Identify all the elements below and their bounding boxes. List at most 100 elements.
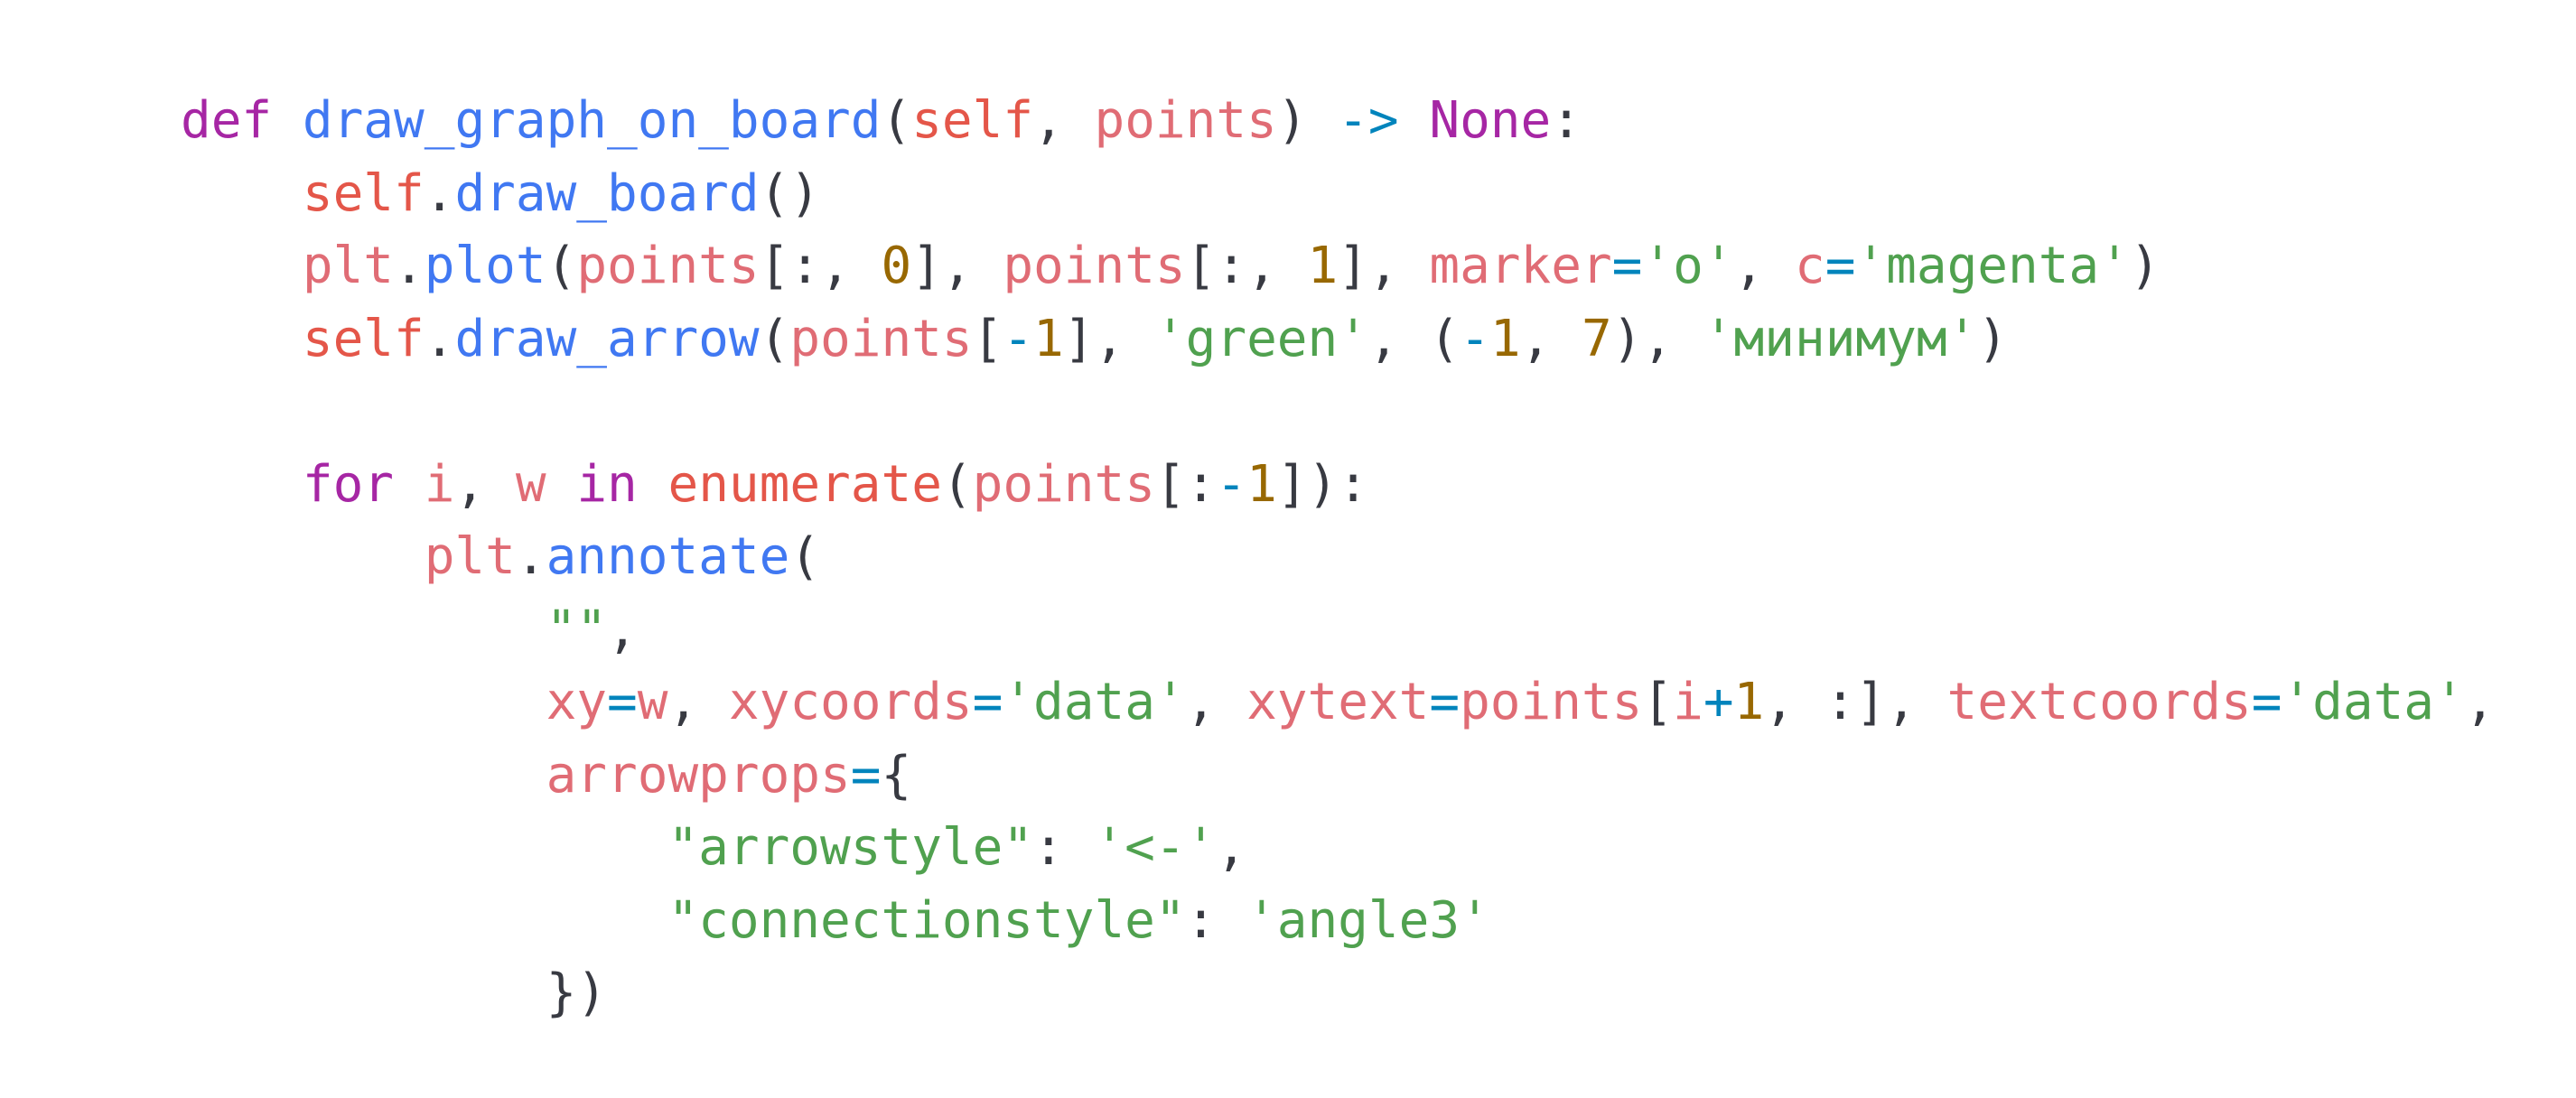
code-token: arrowprops xyxy=(546,745,851,805)
code-token: [ xyxy=(972,309,1003,368)
code-token: ( xyxy=(546,237,577,295)
code-token: in xyxy=(576,454,638,514)
code-token: xytext xyxy=(1246,673,1430,731)
code-token: "" xyxy=(546,600,608,659)
code-token: points xyxy=(576,237,760,295)
code-line[interactable]: xy=w, xycoords='data', xytext=points[i+1… xyxy=(181,666,2576,740)
code-token: 1 xyxy=(1489,309,1521,368)
code-token: : xyxy=(1185,890,1247,950)
code-token: "connectionstyle" xyxy=(667,890,1186,950)
code-token: 'data' xyxy=(1003,673,1186,731)
code-token: enumerate xyxy=(667,454,942,514)
code-token: -> xyxy=(1338,91,1399,150)
code-token: = xyxy=(2251,673,2282,731)
code-token: , xyxy=(607,600,638,659)
code-token: ( xyxy=(789,527,821,586)
code-token: ], xyxy=(911,237,1003,295)
code-token: = xyxy=(1611,237,1643,295)
code-token: 'data' xyxy=(2282,673,2465,731)
code-token: c xyxy=(1794,237,1825,295)
code-token: , :], xyxy=(1764,673,1947,731)
code-token: i xyxy=(424,454,455,514)
code-token: [:, xyxy=(1185,237,1308,295)
code-token: 1 xyxy=(1246,454,1277,514)
code-token: plt xyxy=(424,527,516,586)
code-token: - xyxy=(1003,309,1034,368)
code-token: , ( xyxy=(1367,309,1461,368)
code-token: . xyxy=(394,237,425,295)
code-line[interactable]: arrowprops={ xyxy=(181,740,2576,813)
code-token: ), xyxy=(1611,309,1703,368)
code-token: , xyxy=(2464,673,2496,731)
code-token: ( xyxy=(881,91,912,150)
code-editor[interactable]: def draw_graph_on_board(self, points) ->… xyxy=(0,0,2576,1098)
code-token: plot xyxy=(424,237,546,295)
code-token: i xyxy=(1673,673,1703,731)
code-token: , xyxy=(1733,237,1795,295)
code-token: , xyxy=(1520,309,1582,368)
code-token: xy xyxy=(546,673,608,731)
code-line[interactable]: "arrowstyle": '<-', xyxy=(181,812,2576,885)
code-token: 'минимум' xyxy=(1703,309,1978,368)
code-token: 'o' xyxy=(1642,237,1734,295)
code-token: = xyxy=(1429,673,1461,731)
code-token: w xyxy=(637,673,668,731)
code-token: ) xyxy=(2129,237,2161,295)
code-token: 0 xyxy=(881,237,912,295)
code-token: points xyxy=(1003,237,1186,295)
code-token: , xyxy=(667,673,729,731)
code-token: points xyxy=(1460,673,1643,731)
code-token: , xyxy=(1216,818,1247,877)
code-line[interactable]: self.draw_board() xyxy=(181,158,2576,231)
code-token: ], xyxy=(1338,237,1430,295)
code-line[interactable]: for i, w in enumerate(points[:-1]): xyxy=(181,449,2576,522)
code-token: = xyxy=(607,673,638,731)
code-token: [: xyxy=(1154,454,1217,514)
code-line[interactable]: }) xyxy=(181,957,2576,1030)
code-token: self xyxy=(911,91,1034,150)
code-token: w xyxy=(515,454,546,514)
code-token: xycoords xyxy=(728,673,973,731)
code-line[interactable] xyxy=(181,376,2576,449)
code-token: points xyxy=(789,309,973,368)
code-token: }) xyxy=(546,963,608,1022)
code-line[interactable]: self.draw_arrow(points[-1], 'green', (-1… xyxy=(181,303,2576,377)
code-token: points xyxy=(1094,91,1277,150)
code-token: def xyxy=(181,91,273,150)
code-line[interactable]: "connectionstyle": 'angle3' xyxy=(181,885,2576,958)
code-token: = xyxy=(850,745,882,805)
code-line[interactable]: "", xyxy=(181,594,2576,667)
code-token: 1 xyxy=(1307,237,1339,295)
code-token: 'green' xyxy=(1154,309,1368,368)
code-token: ]): xyxy=(1276,454,1368,514)
code-line[interactable]: def draw_graph_on_board(self, points) ->… xyxy=(181,85,2576,158)
code-token: textcoords xyxy=(1946,673,2252,731)
code-token: . xyxy=(424,309,455,368)
code-line[interactable]: plt.annotate( xyxy=(181,521,2576,594)
code-token: , xyxy=(454,454,516,514)
code-token: , xyxy=(1033,91,1095,150)
code-token: 7 xyxy=(1581,309,1612,368)
code-token: draw_graph_on_board xyxy=(302,91,882,150)
code-line[interactable]: plt.plot(points[:, 0], points[:, 1], mar… xyxy=(181,230,2576,303)
code-token: [ xyxy=(1642,673,1674,731)
code-token: draw_arrow xyxy=(454,309,760,368)
code-token: . xyxy=(424,163,455,223)
code-token: self xyxy=(302,309,425,368)
code-token: 'magenta' xyxy=(1855,237,2130,295)
code-token: None xyxy=(1429,91,1552,150)
code-token: for xyxy=(302,454,395,514)
